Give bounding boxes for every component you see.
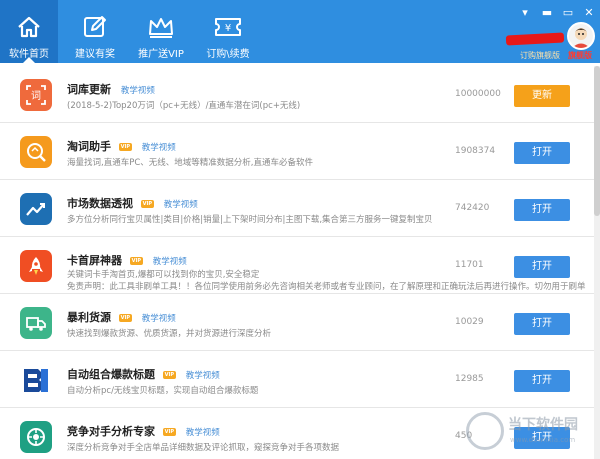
tab-label: 推广送VIP	[138, 49, 184, 60]
word-library-icon: 词	[20, 79, 52, 111]
tab-software-home[interactable]: 软件首页	[0, 0, 58, 63]
app-title: 暴利货源	[67, 311, 111, 324]
app-description: (2018-5-2)Top20万词（pc+无线）/直通车潜在词(pc+无线)	[67, 101, 301, 111]
app-description: 关键词卡手淘首页,爆都可以找到你的宝贝,安全稳定	[67, 270, 260, 280]
edition-badge: 旗舰版	[568, 51, 592, 60]
svg-text:词: 词	[31, 90, 41, 102]
tutorial-video-link[interactable]: 教学视频	[142, 312, 176, 324]
list-item: 卡首屏神器 VIP 教学视频 关键词卡手淘首页,爆都可以找到你的宝贝,安全稳定 …	[0, 237, 596, 294]
rocket-icon	[20, 250, 52, 282]
app-list: 词 词库更新 教学视频 (2018-5-2)Top20万词（pc+无线）/直通车…	[0, 66, 600, 459]
tutorial-video-link[interactable]: 教学视频	[186, 369, 220, 381]
usage-count: 742420	[455, 203, 490, 213]
avatar[interactable]	[567, 22, 595, 50]
minimize-icon[interactable]: ▬	[540, 6, 554, 20]
usage-count: 12985	[455, 374, 484, 384]
app-description: 自动分析pc/无线宝贝标题，实现自动组合爆款标题	[67, 386, 259, 396]
usage-count: 10000000	[455, 89, 501, 99]
title-logo-icon	[20, 364, 52, 396]
trend-chart-icon	[20, 193, 52, 225]
tab-promote-vip[interactable]: 推广送VIP	[132, 0, 190, 63]
tab-label: 软件首页	[9, 49, 49, 60]
app-title: 词库更新	[67, 83, 111, 96]
tab-suggestion-reward[interactable]: 建议有奖	[66, 0, 124, 63]
app-title: 竞争对手分析专家	[67, 425, 155, 438]
search-word-icon	[20, 136, 52, 168]
home-icon	[14, 12, 44, 42]
app-title: 市场数据透视	[67, 197, 133, 210]
list-item: 市场数据透视 VIP 教学视频 多方位分析同行宝贝属性|类目|价格|销量|上下架…	[0, 180, 596, 237]
open-button[interactable]: 打开	[514, 313, 570, 335]
list-item: 词 词库更新 教学视频 (2018-5-2)Top20万词（pc+无线）/直通车…	[0, 66, 596, 123]
open-button[interactable]: 打开	[514, 256, 570, 278]
maximize-icon[interactable]: ▭	[561, 6, 575, 20]
app-description: 海量找词,直通车PC、无线、地域等精准数据分析,直通车必备软件	[67, 158, 313, 168]
usage-count: 1908374	[455, 146, 496, 156]
usage-count: 11701	[455, 260, 484, 270]
watermark: 当下软件园 www.downxia.com	[466, 408, 596, 454]
vip-badge: VIP	[162, 371, 176, 379]
close-icon[interactable]: ✕	[582, 6, 596, 20]
app-disclaimer: 免责声明：此工具非刷单工具！！各位同学使用前务必先咨询相关老师或者专业顾问，在了…	[67, 282, 586, 292]
vip-badge: VIP	[140, 200, 154, 208]
tutorial-video-link[interactable]: 教学视频	[153, 255, 187, 267]
list-item: 自动组合爆款标题 VIP 教学视频 自动分析pc/无线宝贝标题，实现自动组合爆款…	[0, 351, 596, 408]
list-item: 暴利货源 VIP 教学视频 快速找到爆款货源、优质货源，并对货源进行深度分析 1…	[0, 294, 596, 351]
list-scrollbar[interactable]	[594, 66, 600, 459]
app-title: 淘词助手	[67, 140, 111, 153]
vip-badge: VIP	[118, 314, 132, 322]
open-button[interactable]: 打开	[514, 199, 570, 221]
dropdown-menu-icon[interactable]: ▾	[518, 6, 532, 20]
tab-order-renew[interactable]: ¥ 订购\续费	[198, 0, 258, 63]
scrollbar-thumb[interactable]	[594, 66, 600, 216]
tab-label: 建议有奖	[75, 49, 115, 60]
tutorial-video-link[interactable]: 教学视频	[121, 84, 155, 96]
watermark-url: www.downxia.com	[510, 436, 576, 444]
tutorial-video-link[interactable]: 教学视频	[142, 141, 176, 153]
tutorial-video-link[interactable]: 教学视频	[186, 426, 220, 438]
open-button[interactable]: 打开	[514, 142, 570, 164]
watermark-logo-icon	[466, 412, 504, 450]
competitor-icon	[20, 421, 52, 453]
app-description: 多方位分析同行宝贝属性|类目|价格|销量|上下架时间分布|主图下载,集合第三方服…	[67, 215, 433, 225]
list-item: 淘词助手 VIP 教学视频 海量找词,直通车PC、无线、地域等精准数据分析,直通…	[0, 123, 596, 180]
tutorial-video-link[interactable]: 教学视频	[164, 198, 198, 210]
update-button[interactable]: 更新	[514, 85, 570, 107]
open-button[interactable]: 打开	[514, 370, 570, 392]
svg-text:¥: ¥	[225, 23, 231, 34]
app-description: 快速找到爆款货源、优质货源，并对货源进行深度分析	[67, 329, 272, 339]
edit-icon	[80, 12, 110, 42]
tab-label: 订购\续费	[206, 49, 250, 60]
app-description: 深度分析竞争对手全店单品详细数据及评论抓取，窥探竞争对手各项数据	[67, 443, 340, 453]
usage-count: 10029	[455, 317, 484, 327]
vip-badge: VIP	[162, 428, 176, 436]
vip-badge: VIP	[118, 143, 132, 151]
crown-icon	[146, 12, 176, 42]
app-title: 卡首屏神器	[67, 254, 122, 267]
app-title: 自动组合爆款标题	[67, 368, 155, 381]
order-flagship-link[interactable]: 订购旗舰版	[520, 50, 560, 61]
ticket-icon: ¥	[213, 12, 243, 42]
truck-icon	[20, 307, 52, 339]
watermark-title: 当下软件园	[508, 417, 578, 433]
vip-badge: VIP	[129, 257, 143, 265]
